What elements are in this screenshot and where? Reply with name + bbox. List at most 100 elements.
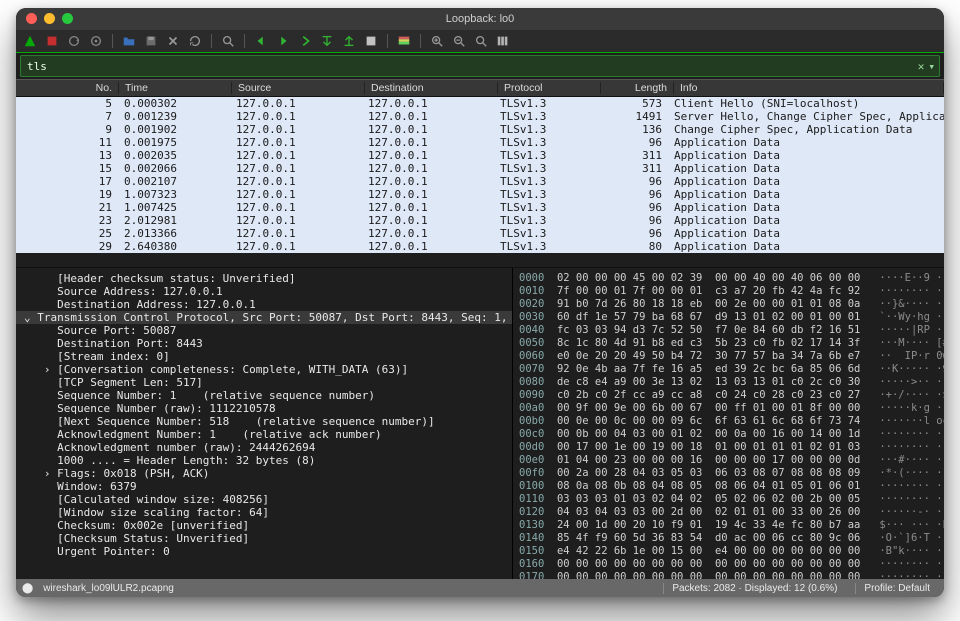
zoom-out-icon[interactable] — [451, 33, 467, 49]
zoom-in-icon[interactable] — [429, 33, 445, 49]
close-window-button[interactable] — [26, 13, 37, 24]
table-row[interactable]: 292.640380127.0.0.1127.0.0.1TLSv1.380App… — [16, 240, 944, 253]
detail-line[interactable]: Destination Port: 8443 — [24, 337, 504, 350]
detail-line[interactable]: [Next Sequence Number: 518 (relative seq… — [24, 415, 504, 428]
hex-line[interactable]: 0120 04 03 04 03 03 00 2d 00 02 01 01 00… — [519, 506, 938, 519]
detail-line[interactable]: Window: 6379 — [24, 480, 504, 493]
filter-dropdown-icon[interactable]: ▾ — [928, 60, 935, 73]
colorize-icon[interactable] — [396, 33, 412, 49]
table-row[interactable]: 232.012981127.0.0.1127.0.0.1TLSv1.396App… — [16, 214, 944, 227]
col-no[interactable]: No. — [16, 82, 119, 94]
detail-line[interactable]: Acknowledgment Number: 1 (relative ack n… — [24, 428, 504, 441]
stop-capture-icon[interactable] — [44, 33, 60, 49]
col-time[interactable]: Time — [119, 82, 232, 94]
detail-line[interactable]: Sequence Number: 1 (relative sequence nu… — [24, 389, 504, 402]
minimize-window-button[interactable] — [44, 13, 55, 24]
detail-line[interactable]: Source Port: 50087 — [24, 324, 504, 337]
hex-line[interactable]: 0110 03 03 03 01 03 02 04 02 05 02 06 02… — [519, 493, 938, 506]
hex-line[interactable]: 00b0 00 0e 00 0c 00 00 09 6c 6f 63 61 6c… — [519, 415, 938, 428]
packet-details-pane[interactable]: [Header checksum status: Unverified] Sou… — [16, 268, 513, 579]
filter-clear-icon[interactable]: ✕ — [918, 60, 925, 73]
status-profile[interactable]: Profile: Default — [855, 583, 938, 594]
packet-list[interactable]: 50.000302127.0.0.1127.0.0.1TLSv1.3573Cli… — [16, 97, 944, 267]
open-file-icon[interactable] — [121, 33, 137, 49]
restart-capture-icon[interactable] — [66, 33, 82, 49]
detail-line[interactable]: Source Address: 127.0.0.1 — [24, 285, 504, 298]
hex-line[interactable]: 0030 60 df 1e 57 79 ba 68 67 d9 13 01 02… — [519, 311, 938, 324]
table-row[interactable]: 130.002035127.0.0.1127.0.0.1TLSv1.3311Ap… — [16, 149, 944, 162]
hex-line[interactable]: 0040 fc 03 03 94 d3 7c 52 50 f7 0e 84 60… — [519, 324, 938, 337]
table-row[interactable]: 150.002066127.0.0.1127.0.0.1TLSv1.3311Ap… — [16, 162, 944, 175]
reload-icon[interactable] — [187, 33, 203, 49]
table-row[interactable]: 70.001239127.0.0.1127.0.0.1TLSv1.31491Se… — [16, 110, 944, 123]
status-packets[interactable]: Packets: 2082 · Displayed: 12 (0.6%) — [663, 583, 845, 594]
hex-line[interactable]: 0100 08 0a 08 0b 08 04 08 05 08 06 04 01… — [519, 480, 938, 493]
auto-scroll-icon[interactable] — [363, 33, 379, 49]
jump-to-icon[interactable] — [297, 33, 313, 49]
find-icon[interactable] — [220, 33, 236, 49]
detail-line[interactable]: [Stream index: 0] — [24, 350, 504, 363]
table-row[interactable]: 90.001902127.0.0.1127.0.0.1TLSv1.3136Cha… — [16, 123, 944, 136]
hex-line[interactable]: 0170 00 00 00 00 00 00 00 00 00 00 00 00… — [519, 571, 938, 579]
detail-line[interactable]: › [Conversation completeness: Complete, … — [24, 363, 504, 376]
hex-line[interactable]: 0140 85 4f f9 60 5d 36 83 54 d0 ac 00 06… — [519, 532, 938, 545]
hex-line[interactable]: 0080 de c8 e4 a9 00 3e 13 02 13 03 13 01… — [519, 376, 938, 389]
cell-no: 11 — [16, 136, 118, 149]
detail-line[interactable]: [TCP Segment Len: 517] — [24, 376, 504, 389]
start-capture-icon[interactable] — [22, 33, 38, 49]
hex-line[interactable]: 0090 c0 2b c0 2f cc a9 cc a8 c0 24 c0 28… — [519, 389, 938, 402]
save-file-icon[interactable] — [143, 33, 159, 49]
hex-line[interactable]: 0060 e0 0e 20 20 49 50 b4 72 30 77 57 ba… — [519, 350, 938, 363]
hex-line[interactable]: 00d0 00 17 00 1e 00 19 00 18 01 00 01 01… — [519, 441, 938, 454]
close-file-icon[interactable] — [165, 33, 181, 49]
go-forward-icon[interactable] — [275, 33, 291, 49]
display-filter-bar[interactable]: ✕ ▾ ＋ — [20, 55, 940, 77]
resize-columns-icon[interactable] — [495, 33, 511, 49]
hex-line[interactable]: 0020 91 b0 7d 26 80 18 18 eb 00 2e 00 00… — [519, 298, 938, 311]
col-dest[interactable]: Destination — [365, 82, 498, 94]
hex-line[interactable]: 0000 02 00 00 00 45 00 02 39 00 00 40 00… — [519, 272, 938, 285]
last-packet-icon[interactable] — [341, 33, 357, 49]
detail-line[interactable]: [Calculated window size: 408256] — [24, 493, 504, 506]
go-back-icon[interactable] — [253, 33, 269, 49]
table-row[interactable]: 170.002107127.0.0.1127.0.0.1TLSv1.396App… — [16, 175, 944, 188]
detail-line[interactable]: Sequence Number (raw): 1112210578 — [24, 402, 504, 415]
hex-line[interactable]: 0070 92 0e 4b aa 7f fe 16 a5 ed 39 2c bc… — [519, 363, 938, 376]
hex-line[interactable]: 0050 8c 1c 80 4d 91 b8 ed c3 5b 23 c0 fb… — [519, 337, 938, 350]
hex-line[interactable]: 00c0 00 0b 00 04 03 00 01 02 00 0a 00 16… — [519, 428, 938, 441]
zoom-window-button[interactable] — [62, 13, 73, 24]
capture-options-icon[interactable] — [88, 33, 104, 49]
col-proto[interactable]: Protocol — [498, 82, 601, 94]
zoom-reset-icon[interactable] — [473, 33, 489, 49]
col-info[interactable]: Info — [674, 82, 944, 94]
detail-line[interactable]: › Flags: 0x018 (PSH, ACK) — [24, 467, 504, 480]
col-source[interactable]: Source — [232, 82, 365, 94]
detail-line[interactable]: [Window size scaling factor: 64] — [24, 506, 504, 519]
packet-list-header[interactable]: No. Time Source Destination Protocol Len… — [16, 79, 944, 97]
table-row[interactable]: 211.007425127.0.0.1127.0.0.1TLSv1.396App… — [16, 201, 944, 214]
packet-bytes-pane[interactable]: 0000 02 00 00 00 45 00 02 39 00 00 40 00… — [513, 268, 944, 579]
detail-line[interactable]: Destination Address: 127.0.0.1 — [24, 298, 504, 311]
col-length[interactable]: Length — [601, 82, 674, 94]
detail-line[interactable]: [Header checksum status: Unverified] — [24, 272, 504, 285]
table-row[interactable]: 50.000302127.0.0.1127.0.0.1TLSv1.3573Cli… — [16, 97, 944, 110]
detail-line[interactable]: ⌄ Transmission Control Protocol, Src Por… — [16, 311, 512, 324]
display-filter-input[interactable] — [25, 59, 914, 74]
hex-line[interactable]: 0160 00 00 00 00 00 00 00 00 00 00 00 00… — [519, 558, 938, 571]
table-row[interactable]: 110.001975127.0.0.1127.0.0.1TLSv1.396App… — [16, 136, 944, 149]
table-row[interactable]: 252.013366127.0.0.1127.0.0.1TLSv1.396App… — [16, 227, 944, 240]
hex-line[interactable]: 00e0 01 04 00 23 00 00 00 16 00 00 00 17… — [519, 454, 938, 467]
status-file[interactable]: wireshark_lo09lULR2.pcapng — [43, 583, 174, 594]
hex-line[interactable]: 0150 e4 42 22 6b 1e 00 15 00 e4 00 00 00… — [519, 545, 938, 558]
detail-line[interactable]: [Checksum Status: Unverified] — [24, 532, 504, 545]
detail-line[interactable]: Checksum: 0x002e [unverified] — [24, 519, 504, 532]
hex-line[interactable]: 00f0 00 2a 00 28 04 03 05 03 06 03 08 07… — [519, 467, 938, 480]
hex-line[interactable]: 0130 24 00 1d 00 20 10 f9 01 19 4c 33 4e… — [519, 519, 938, 532]
detail-line[interactable]: 1000 .... = Header Length: 32 bytes (8) — [24, 454, 504, 467]
detail-line[interactable]: Acknowledgment number (raw): 2444262694 — [24, 441, 504, 454]
hex-line[interactable]: 00a0 00 9f 00 9e 00 6b 00 67 00 ff 01 00… — [519, 402, 938, 415]
detail-line[interactable]: Urgent Pointer: 0 — [24, 545, 504, 558]
first-packet-icon[interactable] — [319, 33, 335, 49]
hex-line[interactable]: 0010 7f 00 00 01 7f 00 00 01 c3 a7 20 fb… — [519, 285, 938, 298]
table-row[interactable]: 191.007323127.0.0.1127.0.0.1TLSv1.396App… — [16, 188, 944, 201]
